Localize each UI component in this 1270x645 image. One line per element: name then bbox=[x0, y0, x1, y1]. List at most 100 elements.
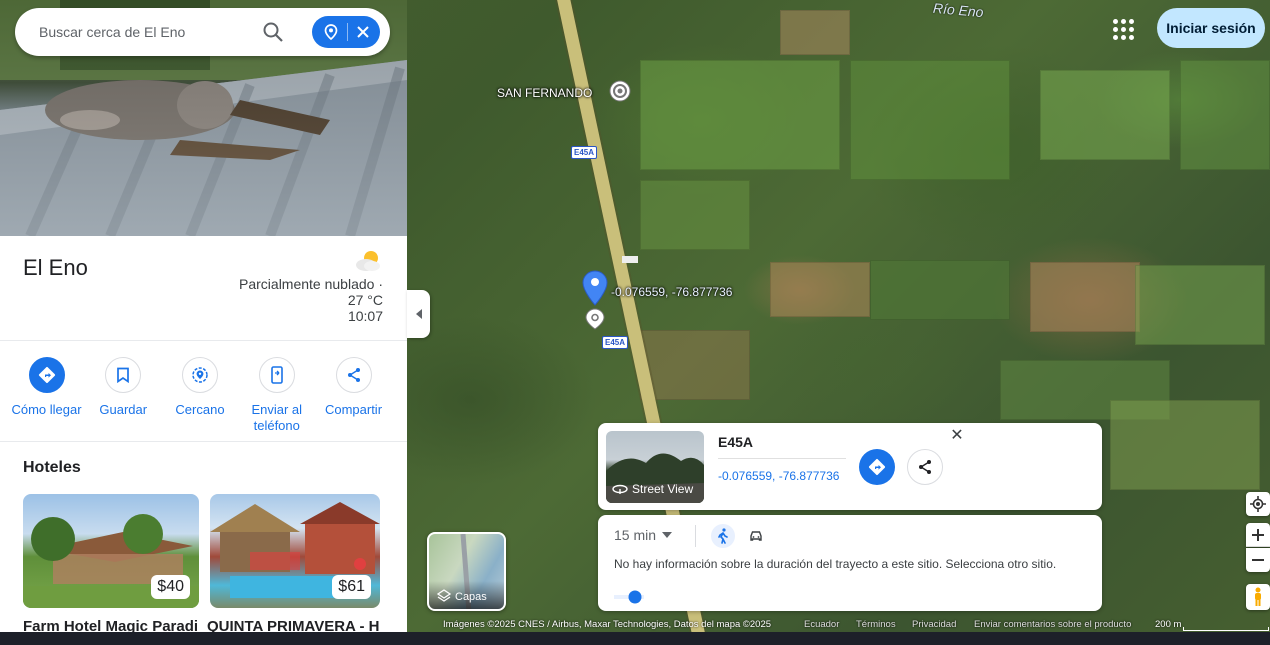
zoom-out-button[interactable] bbox=[1246, 548, 1270, 572]
share-icon bbox=[335, 357, 372, 393]
layers-label-row: Capas bbox=[429, 581, 504, 609]
map-field bbox=[640, 330, 750, 400]
map-field bbox=[870, 260, 1010, 320]
directions-icon bbox=[868, 458, 886, 476]
zoom-in-button[interactable] bbox=[1246, 523, 1270, 547]
share-label: Compartir bbox=[324, 402, 383, 417]
nearby-label: Cercano bbox=[175, 402, 225, 417]
map-field bbox=[640, 60, 840, 170]
search-box bbox=[15, 8, 390, 56]
map-field bbox=[1110, 400, 1260, 490]
weather-temperature: 27 °C bbox=[347, 292, 383, 308]
country-link[interactable]: Ecuador bbox=[804, 619, 839, 630]
place-marker-icon[interactable] bbox=[608, 79, 632, 105]
directions-label: Cómo llegar bbox=[11, 402, 82, 417]
hotels-section-title: Hoteles bbox=[23, 459, 81, 476]
privacy-link[interactable]: Privacidad bbox=[912, 619, 956, 630]
partly-cloudy-icon bbox=[356, 251, 380, 271]
map-field bbox=[1030, 262, 1140, 332]
location-marker-icon[interactable] bbox=[585, 308, 605, 330]
walking-mode-button[interactable] bbox=[711, 524, 735, 548]
terms-link[interactable]: Términos bbox=[856, 619, 896, 630]
divider bbox=[695, 525, 696, 547]
hotel-price: $61 bbox=[332, 575, 371, 599]
save-label: Guardar bbox=[99, 402, 148, 417]
street-view-label: Street View bbox=[612, 482, 693, 496]
send-to-phone-button[interactable]: Enviar al teléfono bbox=[240, 357, 313, 434]
share-icon bbox=[919, 460, 931, 474]
time-slider[interactable] bbox=[614, 589, 644, 605]
pin-title[interactable]: E45A bbox=[718, 434, 753, 450]
pin-coordinates[interactable]: -0.076559, -76.877736 bbox=[718, 469, 839, 483]
directions-icon bbox=[28, 357, 65, 393]
nearby-icon[interactable] bbox=[322, 23, 340, 41]
street-view-thumbnail[interactable]: Street View bbox=[606, 431, 704, 503]
plus-icon bbox=[1252, 528, 1264, 541]
close-icon[interactable]: ✕ bbox=[948, 427, 966, 445]
chevron-down-icon bbox=[662, 532, 673, 538]
pill-divider bbox=[347, 23, 349, 41]
divider bbox=[0, 340, 407, 341]
signin-button[interactable]: Iniciar sesión bbox=[1157, 8, 1265, 48]
search-input[interactable] bbox=[39, 24, 239, 40]
layers-icon bbox=[437, 589, 451, 602]
divider bbox=[0, 441, 407, 442]
directions-button[interactable] bbox=[859, 449, 895, 485]
attribution-text: Imágenes ©2025 CNES / Airbus, Maxar Tech… bbox=[443, 619, 772, 630]
car-icon bbox=[750, 531, 762, 541]
map-field bbox=[780, 10, 850, 55]
weather-time: 10:07 bbox=[347, 308, 383, 324]
place-panel: El Eno Parcialmente nublado · 27 °C 10:0… bbox=[0, 0, 407, 632]
pegman-icon bbox=[1255, 587, 1261, 606]
weather-widget: Parcialmente nublado · 27 °C 10:07 bbox=[239, 248, 383, 324]
map-footer: Imágenes ©2025 CNES / Airbus, Maxar Tech… bbox=[0, 618, 1270, 632]
nearby-button[interactable]: Cercano bbox=[164, 357, 237, 434]
os-taskbar bbox=[0, 632, 1270, 645]
map-field bbox=[1180, 60, 1270, 170]
share-button[interactable]: Compartir bbox=[317, 357, 390, 434]
share-button[interactable] bbox=[907, 449, 943, 485]
place-title: El Eno bbox=[23, 255, 88, 280]
walking-icon bbox=[718, 528, 728, 544]
send-to-phone-label: Enviar al teléfono bbox=[251, 402, 303, 433]
feedback-link[interactable]: Enviar comentarios sobre el producto bbox=[974, 619, 1131, 630]
driving-mode-button[interactable] bbox=[744, 524, 768, 548]
scale-label[interactable]: 200 m bbox=[1155, 619, 1181, 630]
map-field bbox=[770, 262, 870, 317]
travel-time-message: No hay información sobre la duración del… bbox=[614, 557, 1057, 571]
directions-button[interactable]: Cómo llegar bbox=[10, 357, 83, 434]
minus-icon bbox=[1252, 559, 1264, 561]
map-building bbox=[622, 256, 638, 263]
collapse-panel-button[interactable] bbox=[407, 290, 430, 338]
hotel-card[interactable]: $61 bbox=[210, 494, 380, 608]
apps-grid-icon[interactable] bbox=[1110, 16, 1136, 42]
pin-coordinates-label: -0.076559, -76.877736 bbox=[611, 285, 733, 299]
divider bbox=[718, 458, 846, 459]
map-field bbox=[1135, 265, 1265, 345]
scale-bar bbox=[1183, 627, 1269, 631]
town-label[interactable]: SAN FERNANDO bbox=[497, 86, 592, 100]
travel-time-card: 15 min No hay información sobre la durac… bbox=[598, 515, 1102, 611]
dropped-pin-icon[interactable] bbox=[582, 270, 608, 306]
nearby-icon bbox=[182, 357, 218, 393]
weather-condition: Parcialmente nublado · bbox=[239, 276, 383, 292]
map-field bbox=[850, 60, 1010, 180]
dropped-pin-card: Street View E45A -0.076559, -76.877736 ✕ bbox=[598, 423, 1102, 510]
search-icon[interactable] bbox=[261, 20, 285, 44]
phone-icon bbox=[258, 357, 295, 393]
layers-button[interactable]: Capas bbox=[427, 532, 506, 611]
highway-shield: E45A bbox=[602, 336, 629, 349]
street-view-pegman-button[interactable] bbox=[1246, 584, 1270, 610]
close-icon[interactable] bbox=[356, 25, 370, 39]
hotel-price: $40 bbox=[151, 575, 190, 599]
place-photo[interactable] bbox=[0, 0, 407, 236]
travel-time-dropdown[interactable]: 15 min bbox=[614, 527, 673, 543]
my-location-icon bbox=[1250, 496, 1266, 512]
highway-shield: E45A bbox=[571, 146, 598, 159]
travel-time-value: 15 min bbox=[614, 527, 657, 543]
my-location-button[interactable] bbox=[1246, 492, 1270, 516]
hotel-card[interactable]: $40 bbox=[23, 494, 199, 608]
save-button[interactable]: Guardar bbox=[87, 357, 160, 434]
map-field bbox=[1040, 70, 1170, 160]
river-label: Río Eno bbox=[932, 0, 985, 21]
